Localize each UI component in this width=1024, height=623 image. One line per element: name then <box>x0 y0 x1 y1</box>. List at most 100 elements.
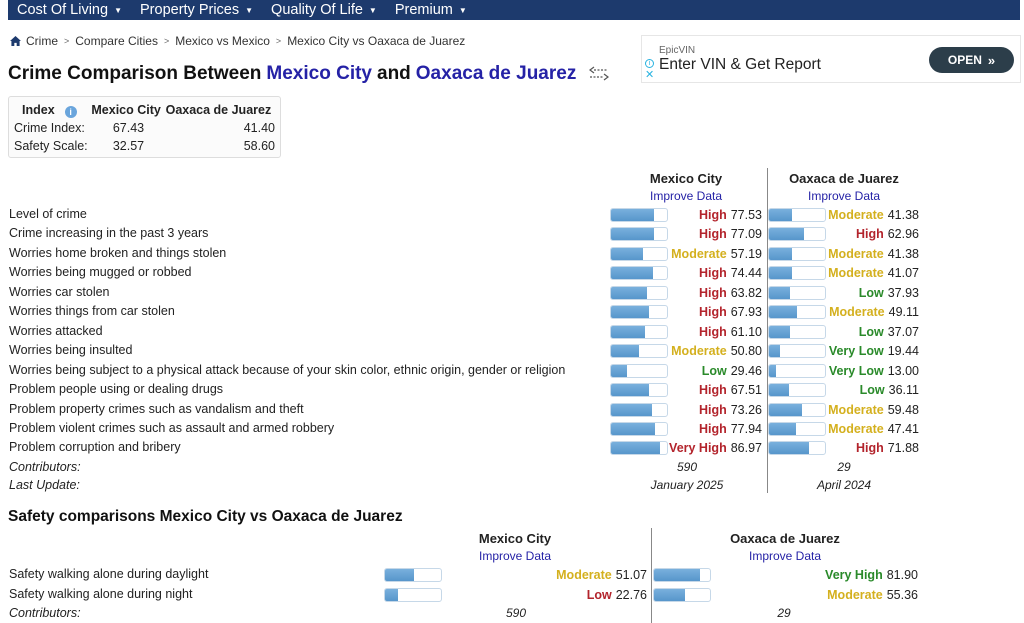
ad-info-icon[interactable]: i <box>645 59 654 68</box>
score-bar-city2 <box>768 344 826 359</box>
contributors-label: Contributors: <box>9 606 81 620</box>
index-row-city1: 67.43 <box>112 121 145 135</box>
score-value-city2: Very Low 19.44 <box>829 344 919 358</box>
safety-row: Safety walking alone during night Low 22.7… <box>0 585 1024 604</box>
title-and: and <box>377 63 411 84</box>
index-header-city2: Oaxaca de Juarez <box>165 103 272 117</box>
row-label: Crime increasing in the past 3 years <box>9 226 209 241</box>
score-bar-city2 <box>768 305 826 320</box>
score-value-city1: High 77.94 <box>699 422 762 436</box>
safety-improve-data-city2[interactable]: Improve Data <box>710 549 860 563</box>
city2-link[interactable]: Oaxaca de Juarez <box>416 63 577 85</box>
row-label: Worries being insulted <box>9 343 133 358</box>
level-label: High <box>698 383 727 398</box>
score-value-city2: Very Low 13.00 <box>829 364 919 378</box>
score-bar-fill <box>769 228 805 241</box>
row-label: Problem people using or dealing drugs <box>9 382 224 397</box>
breadcrumb-crime[interactable]: Crime <box>26 34 58 48</box>
score-bar-city1 <box>610 285 668 300</box>
score-number: 50.80 <box>730 344 762 359</box>
score-value-city1: High 67.51 <box>699 383 762 397</box>
score-bar-city2 <box>768 421 826 436</box>
score-number: 62.96 <box>887 227 919 242</box>
score-bar-fill <box>611 267 653 280</box>
home-icon[interactable] <box>10 36 21 46</box>
score-value-city1: Very High 86.97 <box>669 441 762 455</box>
caret-down-icon: ▼ <box>368 5 377 15</box>
index-row-label: Safety Scale: <box>14 139 88 153</box>
contributors-city2: 29 <box>837 460 851 474</box>
row-label: Safety walking alone during night <box>9 586 193 601</box>
score-value-city1: High 74.44 <box>699 266 762 280</box>
row-label: Worries home broken and things stolen <box>9 245 227 260</box>
score-bar-city2 <box>768 246 826 261</box>
crime-row: Worries things from car stolen High 67.93 M… <box>0 302 1024 321</box>
score-value-city1: High 77.09 <box>699 227 762 241</box>
score-bar-fill <box>611 364 628 377</box>
ad-headline[interactable]: Enter VIN & Get Report <box>659 56 821 74</box>
last-update-label: Last Update: <box>9 478 80 492</box>
score-value-city2: High 62.96 <box>856 227 919 241</box>
score-bar-city1 <box>610 324 668 339</box>
caret-down-icon: ▼ <box>114 5 122 15</box>
breadcrumb-compare-cities[interactable]: Compare Cities <box>75 34 158 48</box>
score-bar-fill <box>654 588 685 601</box>
score-bar-city2 <box>768 363 826 378</box>
index-row-city2: 41.40 <box>243 121 275 135</box>
level-label: High <box>855 227 884 242</box>
row-label: Safety walking alone during daylight <box>9 567 209 581</box>
row-label: Problem property crimes such as vandalis… <box>9 401 304 416</box>
score-number: 67.51 <box>730 383 762 398</box>
swap-cities-icon[interactable] <box>588 66 610 82</box>
level-label: Moderate <box>828 266 884 281</box>
nav-quality-of-life[interactable]: Quality Of Life ▼ <box>262 2 386 18</box>
score-number: 13.00 <box>887 363 919 378</box>
breadcrumb-country-compare[interactable]: Mexico vs Mexico <box>175 34 270 48</box>
crime-row: Worries car stolen High 63.82 Low 37.93 <box>0 283 1024 302</box>
score-value-city2: Moderate 41.07 <box>828 266 919 280</box>
info-icon[interactable]: i <box>64 105 77 118</box>
level-label: Moderate <box>671 344 727 359</box>
crime-row: Problem people using or dealing drugs Hig… <box>0 380 1024 399</box>
score-value-city1: Low 29.46 <box>702 364 762 378</box>
score-bar-fill <box>611 209 655 221</box>
safety-improve-data-city1[interactable]: Improve Data <box>440 549 590 563</box>
index-summary-box: Index i Mexico City Oaxaca de Juarez Crim… <box>8 96 281 158</box>
level-label: High <box>698 208 727 222</box>
level-label: Very High <box>669 441 727 456</box>
ad-open-button[interactable]: OPEN » <box>929 47 1014 73</box>
caret-down-icon: ▼ <box>245 5 254 15</box>
score-value-city2: Moderate 59.48 <box>828 403 919 417</box>
improve-data-link-city1[interactable]: Improve Data <box>611 189 761 203</box>
score-bar-fill <box>769 286 791 299</box>
score-bar-city2 <box>768 441 826 456</box>
nav-label: Premium <box>394 2 453 18</box>
row-label: Problem violent crimes such as assault a… <box>9 420 335 435</box>
score-bar-fill <box>611 247 644 260</box>
nav-premium[interactable]: Premium ▼ <box>386 2 476 18</box>
level-label: Low <box>586 587 612 602</box>
contributors-label: Contributors: <box>9 460 81 474</box>
city1-link[interactable]: Mexico City <box>266 63 372 85</box>
score-bar-city1 <box>610 266 668 281</box>
crime-row: Problem property crimes such as vandalis… <box>0 400 1024 419</box>
improve-data-link-city2[interactable]: Improve Data <box>769 189 919 203</box>
nav-property-prices[interactable]: Property Prices ▼ <box>131 2 262 18</box>
score-number: 67.93 <box>730 305 762 320</box>
caret-down-icon: ▼ <box>458 5 467 15</box>
score-bar-city2 <box>768 383 826 398</box>
ad-close-icon[interactable]: ✕ <box>645 70 654 81</box>
nav-cost-of-living[interactable]: Cost Of Living ▼ <box>8 2 131 18</box>
score-bar-city2 <box>768 402 826 417</box>
level-label: Moderate <box>827 587 883 602</box>
double-chevron-right-icon: » <box>987 52 996 68</box>
score-number: 74.44 <box>730 266 762 281</box>
score-value-city2: Moderate 55.36 <box>827 588 918 602</box>
score-bar-fill <box>611 345 640 358</box>
score-bar-fill <box>385 569 414 581</box>
score-bar-city1 <box>384 568 442 582</box>
score-bar-fill <box>769 403 803 416</box>
score-bar-fill <box>611 384 649 397</box>
advertisement[interactable]: i ✕ EpicVIN Enter VIN & Get Report OPEN » <box>641 35 1021 83</box>
level-label: Moderate <box>828 246 884 261</box>
